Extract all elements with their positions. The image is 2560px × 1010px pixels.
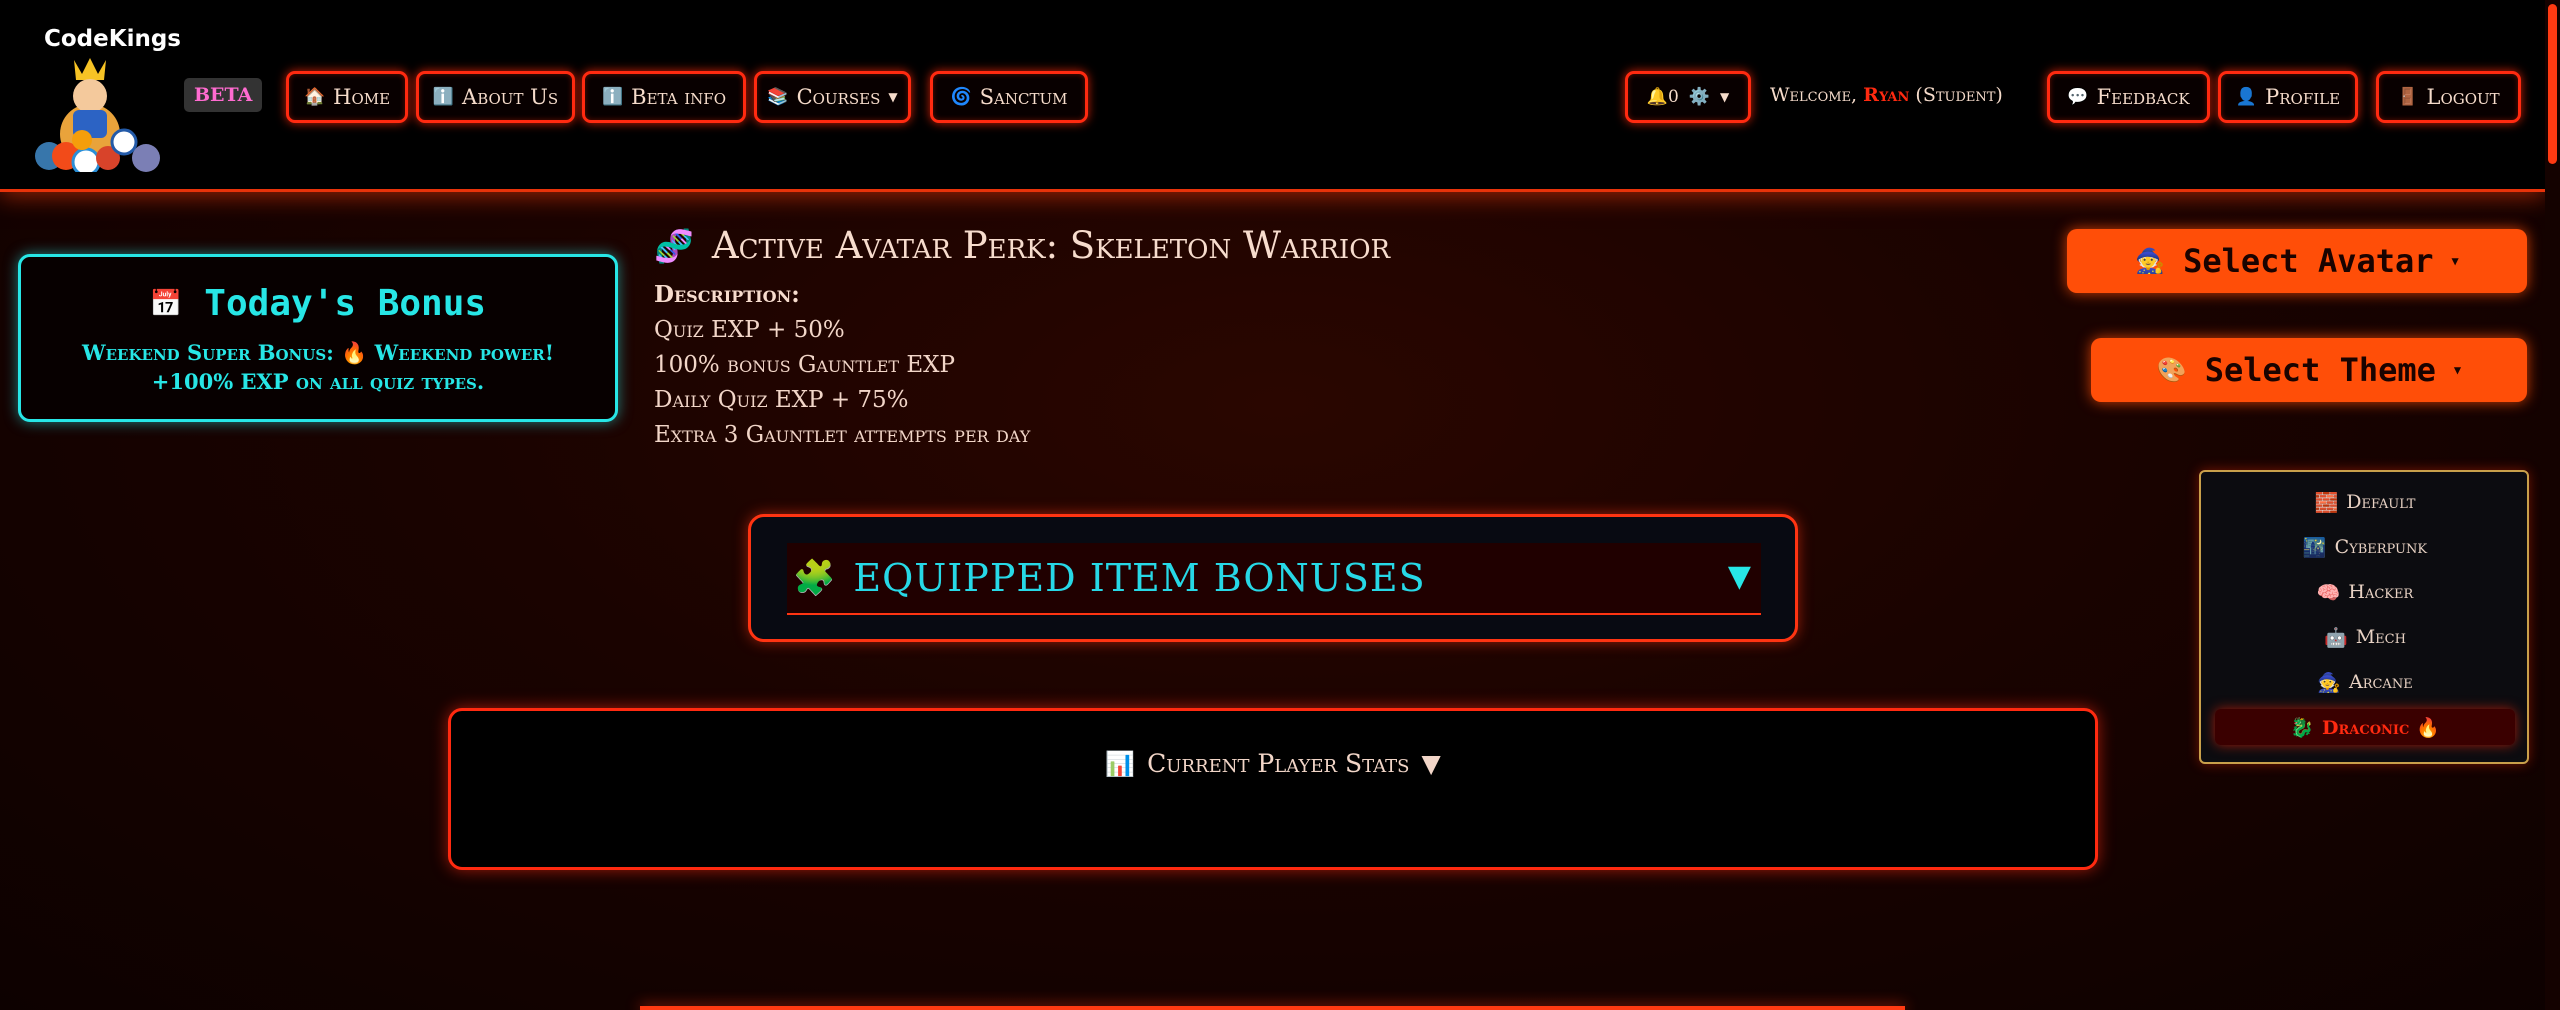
theme-option-label: Mech bbox=[2355, 626, 2406, 648]
info-icon: ℹ️ bbox=[432, 87, 455, 107]
spiral-icon: 🌀 bbox=[950, 87, 972, 107]
calendar-icon: 📅 bbox=[149, 288, 183, 319]
beta-badge: BETA bbox=[184, 78, 263, 112]
bar-chart-icon: 📊 bbox=[1105, 749, 1136, 778]
top-navbar: CodeKings BETA 🏠 Home ℹ️ About Us ℹ️ Bet… bbox=[0, 0, 2545, 192]
perk-title: Active Avatar Perk: Skeleton Warrior bbox=[711, 224, 1391, 267]
brick-icon: 🧱 bbox=[2314, 491, 2339, 514]
brand-name: CodeKings bbox=[44, 26, 181, 52]
player-stats-toggle[interactable]: 📊 Current Player Stats ▼ bbox=[451, 749, 2095, 778]
perk-line: Daily Quiz EXP + 75% bbox=[654, 387, 909, 413]
theme-option-draconic[interactable]: 🐉 Draconic 🔥 bbox=[2215, 709, 2515, 745]
avatar-perk-section: 🧬 Active Avatar Perk: Skeleton Warrior D… bbox=[654, 224, 1554, 448]
nav-logout-label: Logout bbox=[2426, 85, 2500, 109]
select-theme-dropdown[interactable]: 🎨 Select Theme ▼ bbox=[2091, 338, 2527, 402]
avatar-icon: 🧙 bbox=[2135, 247, 2166, 275]
bonus-title-row: 📅 Today's Bonus bbox=[21, 283, 615, 324]
welcome-message: Welcome, Ryan (Student) bbox=[1770, 84, 2003, 106]
user-icon: 👤 bbox=[2235, 87, 2258, 107]
caret-down-icon: ▼ bbox=[888, 90, 898, 104]
perk-title-row: 🧬 Active Avatar Perk: Skeleton Warrior bbox=[654, 224, 1554, 267]
nav-beta-info-button[interactable]: ℹ️ Beta info bbox=[582, 71, 746, 123]
nav-profile-label: Profile bbox=[2265, 85, 2341, 109]
player-stats-panel: 📊 Current Player Stats ▼ bbox=[448, 708, 2098, 870]
scrollbar-thumb[interactable] bbox=[2548, 4, 2557, 164]
nav-home-label: Home bbox=[333, 85, 391, 109]
nav-feedback-button[interactable]: 💬 Feedback bbox=[2047, 71, 2210, 123]
theme-dropdown-menu: 🧱 Default 🌃 Cyberpunk 🧠 Hacker 🤖 Mech 🧙 … bbox=[2199, 470, 2529, 764]
dragon-icon: 🐉 bbox=[2290, 716, 2315, 739]
nav-logout-button[interactable]: 🚪 Logout bbox=[2376, 71, 2521, 123]
theme-option-label: Hacker bbox=[2348, 581, 2414, 603]
notifications-settings-group[interactable]: 🔔0 ⚙️ ▼ bbox=[1625, 71, 1751, 123]
nav-profile-button[interactable]: 👤 Profile bbox=[2218, 71, 2358, 123]
speech-bubble-icon: 💬 bbox=[2067, 87, 2089, 107]
next-panel-edge bbox=[640, 1006, 1905, 1010]
theme-option-mech[interactable]: 🤖 Mech bbox=[2215, 619, 2515, 655]
brand-logo-link[interactable]: CodeKings bbox=[26, 22, 181, 172]
theme-option-arcane[interactable]: 🧙 Arcane bbox=[2215, 664, 2515, 700]
palette-icon: 🎨 bbox=[2156, 356, 2187, 384]
books-icon: 📚 bbox=[767, 87, 789, 107]
nav-about-label: About Us bbox=[462, 85, 559, 109]
caret-down-icon: ▼ bbox=[2453, 363, 2462, 377]
robot-icon: 🤖 bbox=[2324, 626, 2348, 649]
bonus-title: Today's Bonus bbox=[204, 283, 487, 324]
nav-courses-label: Courses bbox=[796, 85, 881, 109]
wizard-icon: 🧙 bbox=[2317, 671, 2341, 694]
chevron-down-icon: ▼ bbox=[1421, 749, 1441, 778]
nav-sanctum-label: Sanctum bbox=[979, 85, 1068, 109]
notification-count: 0 bbox=[1667, 87, 1679, 107]
todays-bonus-card: 📅 Today's Bonus Weekend Super Bonus: 🔥 W… bbox=[18, 254, 618, 422]
perk-description-label: Description: bbox=[654, 281, 800, 308]
nav-about-button[interactable]: ℹ️ About Us bbox=[416, 71, 575, 123]
theme-option-default[interactable]: 🧱 Default bbox=[2215, 484, 2515, 520]
equipped-item-bonuses-panel: 🧩 EQUIPPED ITEM BONUSES ▼ bbox=[748, 514, 1798, 642]
puzzle-piece-icon: 🧩 bbox=[793, 558, 836, 598]
theme-option-label: Default bbox=[2346, 491, 2416, 513]
equipped-item-bonuses-title: EQUIPPED ITEM BONUSES bbox=[853, 556, 1426, 600]
theme-option-label: Arcane bbox=[2348, 671, 2413, 693]
bonus-text: Weekend Super Bonus: 🔥 Weekend power! +1… bbox=[82, 340, 554, 394]
theme-option-label: Draconic 🔥 bbox=[2322, 716, 2440, 739]
theme-option-label: Cyberpunk bbox=[2334, 536, 2428, 558]
select-avatar-dropdown[interactable]: 🧙 Select Avatar ▼ bbox=[2067, 229, 2527, 293]
house-icon: 🏠 bbox=[303, 87, 326, 107]
welcome-username: Ryan bbox=[1863, 84, 1910, 106]
nav-courses-dropdown[interactable]: 📚 Courses ▼ bbox=[754, 71, 911, 123]
welcome-role: (Student) bbox=[1915, 84, 2003, 106]
city-night-icon: 🌃 bbox=[2302, 536, 2327, 559]
bell-icon[interactable]: 🔔0 bbox=[1647, 87, 1679, 107]
nav-sanctum-button[interactable]: 🌀 Sanctum bbox=[930, 71, 1088, 123]
theme-option-hacker[interactable]: 🧠 Hacker bbox=[2215, 574, 2515, 610]
nav-feedback-label: Feedback bbox=[2096, 85, 2190, 109]
equipped-item-bonuses-toggle[interactable]: 🧩 EQUIPPED ITEM BONUSES ▼ bbox=[787, 543, 1761, 615]
select-theme-label: Select Theme bbox=[2204, 351, 2436, 389]
chevron-down-icon[interactable]: ▼ bbox=[1728, 559, 1751, 594]
dna-icon: 🧬 bbox=[654, 226, 694, 265]
gear-icon[interactable]: ⚙️ bbox=[1689, 87, 1710, 107]
caret-down-icon: ▼ bbox=[2451, 254, 2459, 268]
perk-line: Extra 3 Gauntlet attempts per day bbox=[654, 422, 1031, 448]
player-stats-title: Current Player Stats bbox=[1147, 749, 1410, 778]
caret-down-icon: ▼ bbox=[1719, 90, 1730, 104]
theme-option-cyberpunk[interactable]: 🌃 Cyberpunk bbox=[2215, 529, 2515, 565]
door-icon: 🚪 bbox=[2397, 87, 2419, 107]
perk-line: Quiz EXP + 50% bbox=[654, 317, 845, 343]
welcome-prefix: Welcome, bbox=[1770, 84, 1858, 106]
info-icon: ℹ️ bbox=[601, 87, 624, 107]
nav-home-button[interactable]: 🏠 Home bbox=[286, 71, 408, 123]
perk-line: 100% bonus Gauntlet EXP bbox=[654, 352, 956, 378]
nav-beta-info-label: Beta info bbox=[631, 85, 726, 109]
codekings-logo-icon bbox=[35, 58, 160, 172]
select-avatar-label: Select Avatar bbox=[2183, 242, 2434, 280]
brain-icon: 🧠 bbox=[2316, 581, 2341, 604]
